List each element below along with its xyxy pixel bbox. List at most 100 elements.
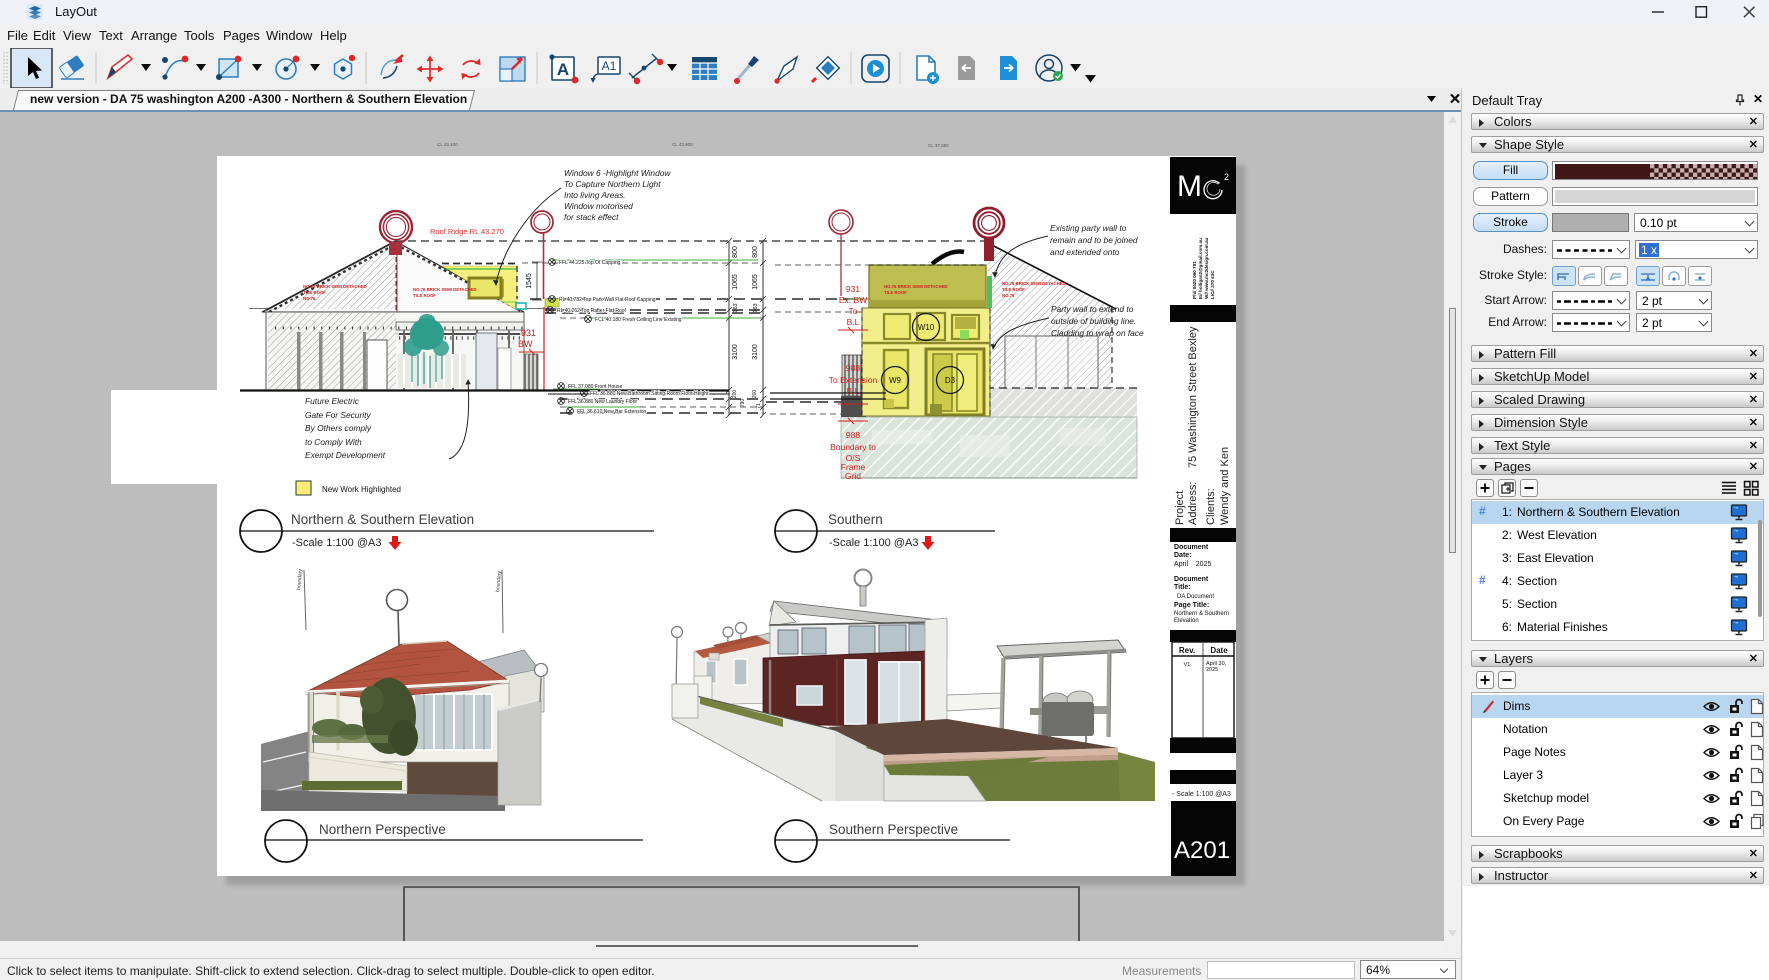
svg-text:and extended onto: and extended onto <box>1050 247 1120 257</box>
svg-text:TILE ROOF: TILE ROOF <box>884 290 907 295</box>
svg-text:NO.76: NO.76 <box>1002 293 1015 298</box>
svg-text:V1: V1 <box>1184 662 1191 668</box>
svg-text:Cladding to wrap on face: Cladding to wrap on face <box>1051 328 1144 338</box>
svg-text:TILE ROOF: TILE ROOF <box>413 293 436 298</box>
svg-text:Document: Document <box>1174 544 1209 551</box>
svg-text:RL 40.782 Top Park Wall Flat R: RL 40.782 Top Park Wall Flat Roof Cappin… <box>559 297 656 303</box>
svg-text:D3: D3 <box>945 376 956 385</box>
svg-text:Exempt Development: Exempt Development <box>305 450 386 460</box>
svg-text:remain and to be joined: remain and to be joined <box>1050 235 1138 245</box>
svg-text:3100: 3100 <box>752 344 759 360</box>
svg-text:W10: W10 <box>918 323 935 332</box>
svg-text:988: 988 <box>846 363 860 373</box>
svg-text:E// holligan2@gmail.com.au: E// holligan2@gmail.com.au <box>1198 238 1203 299</box>
svg-text:931: 931 <box>521 328 536 338</box>
svg-text:790: 790 <box>740 399 746 408</box>
svg-text:NO.76 BRICK SEMI DETACHED: NO.76 BRICK SEMI DETACHED <box>413 287 477 292</box>
svg-text:163: 163 <box>753 303 759 312</box>
svg-text:A201: A201 <box>1174 837 1230 864</box>
svg-text:Future Electric: Future Electric <box>305 396 360 406</box>
svg-text:-Scale 1:100 @A3: -Scale 1:100 @A3 <box>829 537 918 549</box>
svg-text:Page Title:: Page Title: <box>1174 602 1209 609</box>
svg-text:CL 43.800: CL 43.800 <box>672 142 693 147</box>
svg-text:71: 71 <box>756 403 762 409</box>
svg-text:Window 6 -Highlight Window: Window 6 -Highlight Window <box>564 168 671 178</box>
svg-text:Boundary to: Boundary to <box>830 442 876 452</box>
svg-text:M: M <box>1177 170 1202 203</box>
svg-text:for stack effect: for stack effect <box>564 212 619 222</box>
svg-text:A1: A1 <box>602 59 617 73</box>
svg-text:April 2025: April 2025 <box>1174 561 1211 568</box>
svg-text:RL 40.262 Top Rafter Flat Roof: RL 40.262 Top Rafter Flat Roof <box>557 308 627 314</box>
svg-text:FFL 44.225 Top Of Capping: FFL 44.225 Top Of Capping <box>559 260 621 266</box>
svg-text:W9: W9 <box>889 376 902 385</box>
svg-text:FFL 36.880 New Bathroom Sittin: FFL 36.880 New Bathroom Sitting Room Flo… <box>590 391 709 397</box>
svg-text:Roof Ridge RL 43.270: Roof Ridge RL 43.270 <box>430 227 504 236</box>
svg-text:Party wall to extend to: Party wall to extend to <box>1051 304 1134 314</box>
svg-text:A: A <box>557 60 569 79</box>
svg-text:800: 800 <box>732 246 739 258</box>
svg-text:Ph// 0420 060 781: Ph// 0420 060 781 <box>1192 261 1197 299</box>
svg-text:FFL 36.610 New Bar Extension: FFL 36.610 New Bar Extension <box>577 409 647 415</box>
svg-text:to Comply With: to Comply With <box>305 437 362 447</box>
svg-text:Southern: Southern <box>828 512 883 527</box>
svg-text:-Scale 1:100 @A3: -Scale 1:100 @A3 <box>292 537 381 549</box>
svg-text:1545: 1545 <box>526 273 533 289</box>
svg-text:800: 800 <box>752 246 759 258</box>
svg-text:FFL 36.880 New Laundry Floor: FFL 36.880 New Laundry Floor <box>568 399 637 405</box>
svg-text:Northern & Southern Elevation: Northern & Southern Elevation <box>291 512 474 527</box>
svg-text:Clients:: Clients: <box>1205 488 1217 525</box>
svg-text:1065: 1065 <box>752 274 759 290</box>
svg-text:Ex. BW: Ex. BW <box>839 295 867 305</box>
svg-text:CL 43.100: CL 43.100 <box>437 142 458 147</box>
svg-text:FCL 40.180 Fresh Ceiling Line: FCL 40.180 Fresh Ceiling Line Existing <box>595 317 682 323</box>
svg-text:Date:: Date: <box>1174 552 1192 559</box>
svg-text:Window motorised: Window motorised <box>564 201 633 211</box>
svg-text:NO.76: NO.76 <box>303 296 316 301</box>
svg-text:Southern Perspective: Southern Perspective <box>829 822 958 837</box>
svg-text:FFL 37.080 Front House: FFL 37.080 Front House <box>568 384 623 390</box>
svg-text:TILE ROOF: TILE ROOF <box>1002 287 1025 292</box>
svg-text:2025: 2025 <box>1206 667 1218 673</box>
svg-text:Project: Project <box>1174 491 1186 525</box>
svg-text:Gate For Security: Gate For Security <box>305 410 371 420</box>
svg-text:200: 200 <box>732 390 738 399</box>
svg-text:Rev.: Rev. <box>1179 646 1195 655</box>
svg-text:163: 163 <box>733 303 739 312</box>
svg-text:Northern Perspective: Northern Perspective <box>319 822 446 837</box>
svg-text:Existing party wall to: Existing party wall to <box>1050 223 1127 233</box>
svg-text:CL 37.080: CL 37.080 <box>928 143 949 148</box>
svg-text:200: 200 <box>752 390 758 399</box>
svg-text:B.L: B.L <box>847 317 860 327</box>
svg-text:TILE ROOF: TILE ROOF <box>303 290 326 295</box>
svg-text:3100: 3100 <box>732 344 739 360</box>
svg-text:NO.76 BRICK SEMI DETACHED: NO.76 BRICK SEMI DETACHED <box>884 284 948 289</box>
svg-text:BW: BW <box>518 339 533 349</box>
svg-text:75 Washington Street Bexley: 75 Washington Street Bexley <box>1187 326 1199 468</box>
svg-text:988: 988 <box>846 430 860 440</box>
svg-text:DA Document: DA Document <box>1177 594 1214 600</box>
svg-text:B.L: B.L <box>847 386 860 396</box>
svg-text:Northern & Southern: Northern & Southern <box>1174 611 1229 617</box>
svg-text:To Capture Northern Light: To Capture Northern Light <box>564 179 661 189</box>
svg-text:LIC// 370 63C: LIC// 370 63C <box>1210 270 1215 299</box>
svg-text:- Scale 1:100 @A3: - Scale 1:100 @A3 <box>1172 791 1231 798</box>
svg-text:W// www.mc2design.com.au: W// www.mc2design.com.au <box>1204 237 1209 299</box>
svg-text:Into living Areas.: Into living Areas. <box>564 190 626 200</box>
svg-text:931: 931 <box>846 284 860 294</box>
svg-text:Elevation: Elevation <box>1174 618 1199 624</box>
svg-text:By Others comply: By Others comply <box>305 423 372 433</box>
svg-text:Date: Date <box>1210 646 1228 655</box>
svg-text:To Extension: To Extension <box>829 375 878 385</box>
svg-text:outside of building line.: outside of building line. <box>1051 316 1136 326</box>
svg-text:Title:: Title: <box>1174 584 1191 591</box>
svg-text:Document: Document <box>1174 576 1209 583</box>
svg-text:NO.76 BRICK SEMI DETACHED: NO.76 BRICK SEMI DETACHED <box>303 284 367 289</box>
svg-text:Address:: Address: <box>1187 482 1199 525</box>
svg-text:NO.76 BRICK SEMI DETACHED: NO.76 BRICK SEMI DETACHED <box>1002 281 1066 286</box>
svg-text:1065: 1065 <box>732 274 739 290</box>
svg-text:2: 2 <box>1224 172 1229 182</box>
svg-text:To: To <box>849 306 858 316</box>
svg-text:New Work Highlighted: New Work Highlighted <box>322 485 401 494</box>
svg-text:Grid: Grid <box>845 471 861 481</box>
